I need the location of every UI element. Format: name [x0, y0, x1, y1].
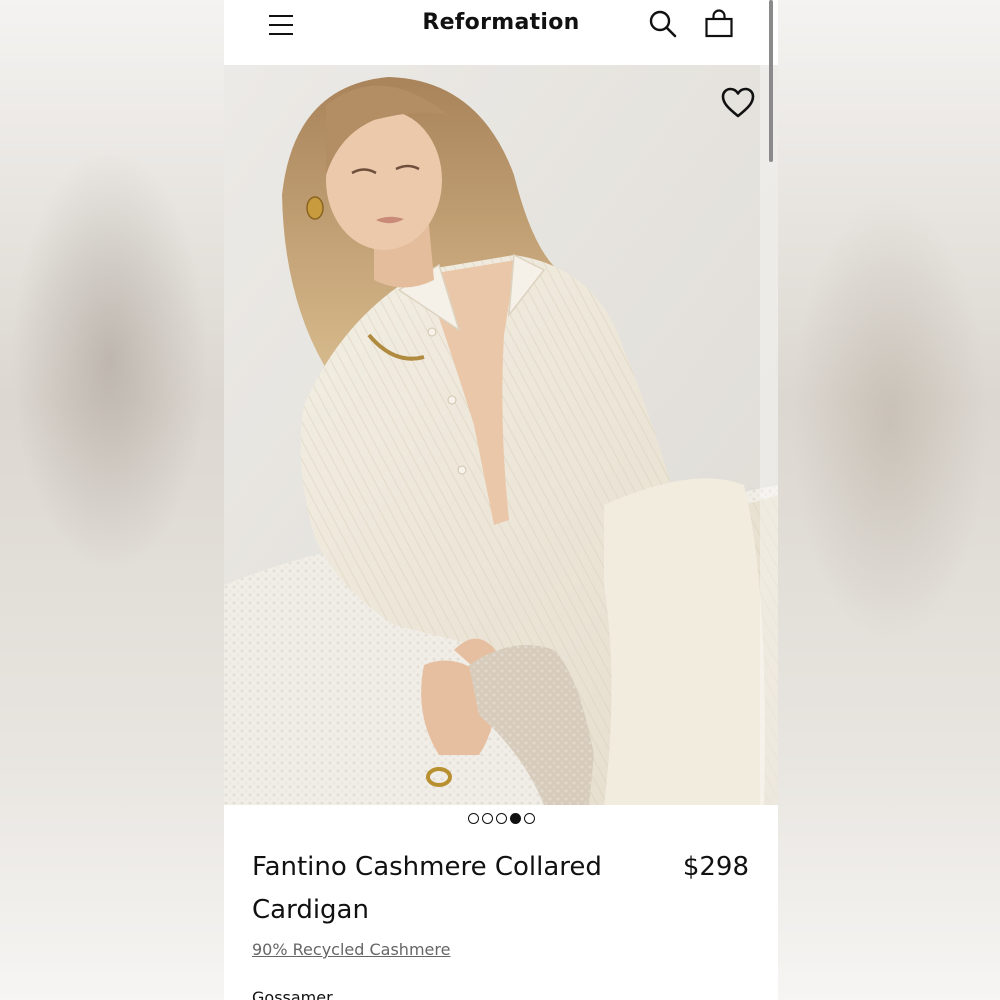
- heart-icon[interactable]: [720, 85, 756, 121]
- top-navigation-bar: Reformation: [224, 0, 778, 65]
- gallery-pagination: [224, 813, 778, 829]
- product-title: Fantino Cashmere Collared Cardigan: [252, 852, 602, 925]
- gallery-dot-3[interactable]: [495, 813, 507, 824]
- product-image[interactable]: [224, 65, 778, 805]
- gallery-dot-1[interactable]: [467, 813, 479, 824]
- image-edge-strip: [760, 65, 778, 805]
- product-photo: [224, 65, 778, 805]
- material-link[interactable]: 90% Recycled Cashmere: [252, 940, 450, 959]
- gallery-dot-4-active[interactable]: [509, 813, 521, 824]
- gallery-dot-5[interactable]: [523, 813, 535, 824]
- product-price: $298: [682, 852, 749, 882]
- scrollbar-thumb[interactable]: [769, 0, 773, 162]
- color-name-label: Gossamer: [252, 988, 333, 1000]
- shopping-bag-icon[interactable]: [704, 9, 734, 39]
- product-page: Reformation Fantino Cashmere Collared Ca…: [224, 0, 778, 1000]
- search-icon[interactable]: [648, 9, 678, 39]
- brand-logo[interactable]: Reformation: [224, 10, 778, 35]
- gallery-dot-2[interactable]: [481, 813, 493, 824]
